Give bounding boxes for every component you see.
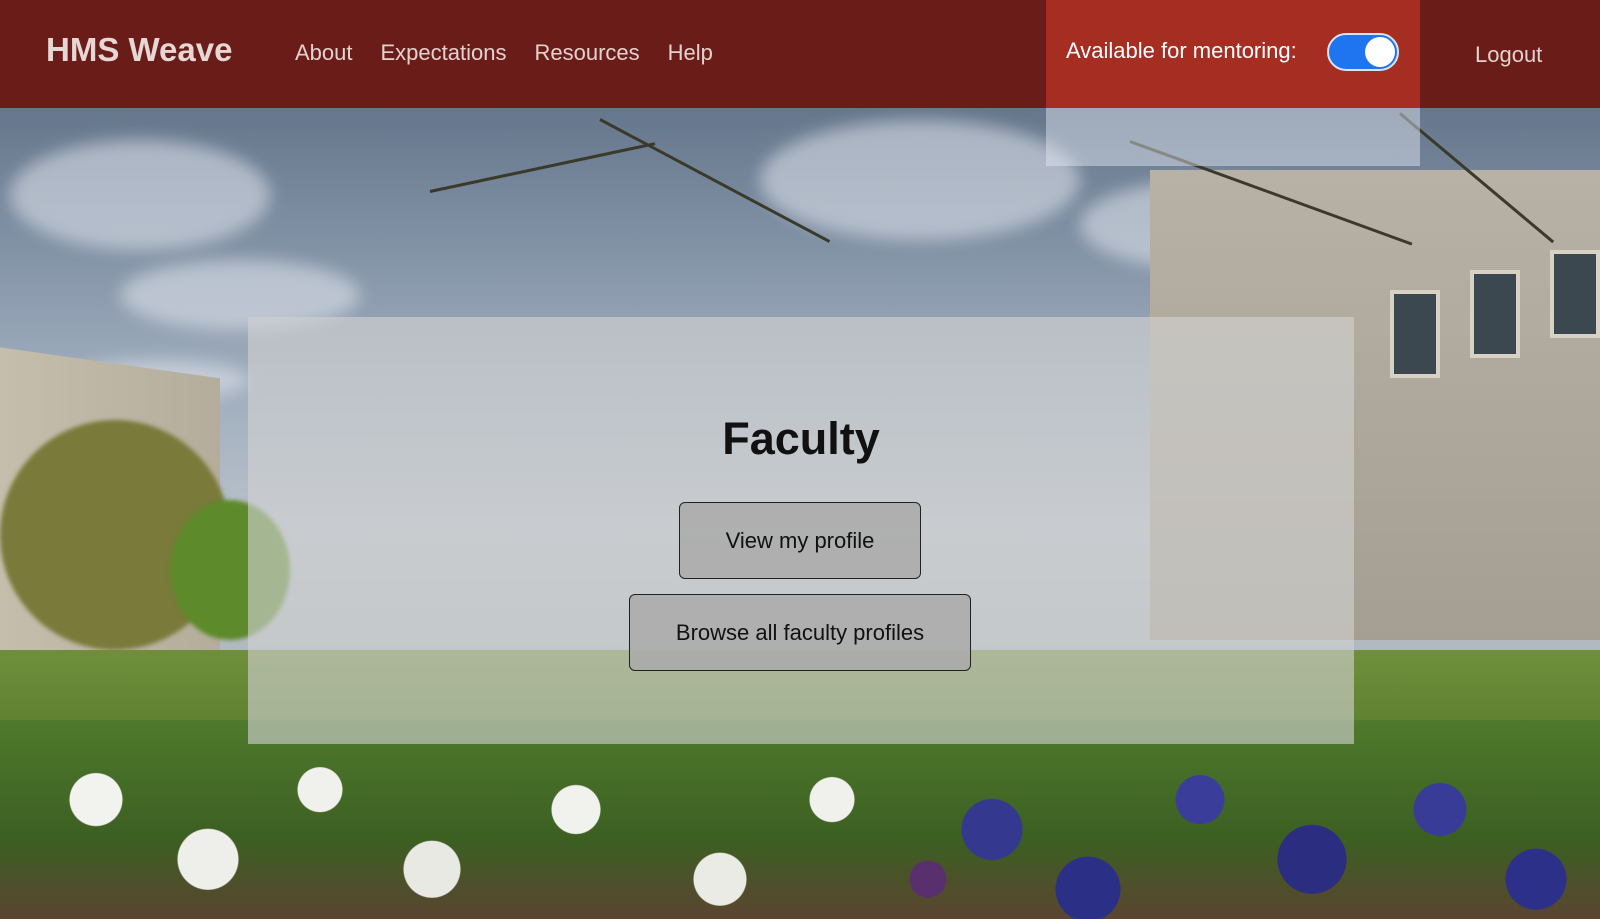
brand-logo[interactable]: HMS Weave	[46, 31, 232, 69]
mentoring-toggle[interactable]	[1327, 33, 1399, 71]
logout-link[interactable]: Logout	[1475, 42, 1542, 68]
toggle-knob	[1365, 37, 1395, 67]
nav-links: About Expectations Resources Help	[295, 40, 741, 66]
view-my-profile-button[interactable]: View my profile	[679, 502, 921, 579]
nav-link-resources[interactable]: Resources	[534, 40, 639, 66]
top-navbar: HMS Weave About Expectations Resources H…	[0, 0, 1600, 108]
nav-link-about[interactable]: About	[295, 40, 353, 66]
browse-faculty-profiles-button[interactable]: Browse all faculty profiles	[629, 594, 971, 671]
nav-link-help[interactable]: Help	[668, 40, 713, 66]
faculty-panel: Faculty View my profile Browse all facul…	[248, 317, 1354, 744]
mentoring-label: Available for mentoring:	[1066, 38, 1297, 63]
mentoring-box-overlay	[1046, 108, 1420, 166]
page-title: Faculty	[722, 413, 880, 464]
nav-link-expectations[interactable]: Expectations	[381, 40, 507, 66]
